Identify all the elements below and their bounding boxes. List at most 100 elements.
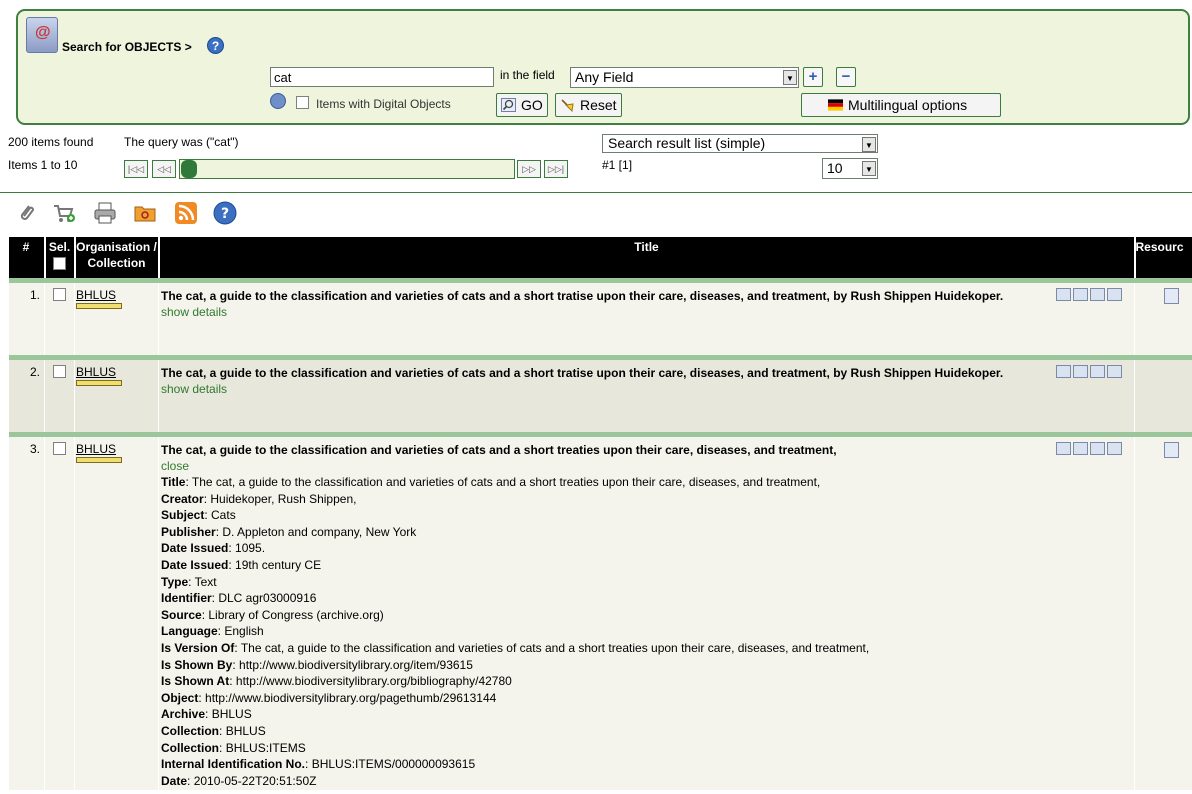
page-slider[interactable] bbox=[179, 159, 515, 179]
resource-cell bbox=[1134, 360, 1192, 432]
result-view-select[interactable]: Search result list (simple) ▼ bbox=[602, 134, 878, 153]
result-view-value: Search result list (simple) bbox=[608, 135, 766, 151]
record-details: Title: The cat, a guide to the classific… bbox=[161, 474, 1130, 789]
query-echo: The query was ("cat") bbox=[124, 135, 239, 149]
detail-label: Identifier bbox=[161, 591, 212, 606]
in-field-label: in the field bbox=[500, 68, 555, 82]
items-range: Items 1 to 10 bbox=[8, 158, 78, 172]
items-per-page-select[interactable]: 10 ▼ bbox=[822, 158, 878, 179]
paperclip-icon[interactable] bbox=[1073, 442, 1088, 455]
digital-objects-checkbox[interactable] bbox=[296, 96, 309, 109]
reset-button[interactable]: Reset bbox=[555, 93, 622, 117]
detail-label: Object bbox=[161, 690, 199, 705]
detail-label: Is Shown At bbox=[161, 674, 230, 689]
detail-separator: : bbox=[198, 690, 206, 705]
chevron-down-icon[interactable]: ▼ bbox=[862, 161, 876, 176]
row-number: 3. bbox=[8, 437, 45, 791]
detail-line: Source: Library of Congress (archive.org… bbox=[161, 607, 1130, 624]
first-page-button[interactable]: |◁◁ bbox=[124, 160, 148, 178]
save-icon[interactable] bbox=[1056, 288, 1071, 301]
printer-icon[interactable] bbox=[1107, 442, 1122, 455]
view-resource-icon[interactable] bbox=[1164, 288, 1179, 304]
detail-label: Collection bbox=[161, 740, 220, 755]
result-title[interactable]: The cat, a guide to the classification a… bbox=[161, 365, 1130, 381]
rss-icon[interactable] bbox=[174, 201, 198, 225]
result-title[interactable]: The cat, a guide to the classification a… bbox=[161, 442, 1130, 458]
column-header-resource: Resourc bbox=[1133, 237, 1192, 278]
help-icon[interactable]: ? bbox=[207, 37, 224, 54]
detail-value: 19th century CE bbox=[235, 557, 322, 572]
svg-text:?: ? bbox=[221, 206, 229, 222]
previous-page-button[interactable]: ◁◁ bbox=[152, 160, 176, 178]
detail-line: Date Issued: 1095. bbox=[161, 540, 1130, 557]
german-flag-icon bbox=[828, 99, 843, 111]
add-to-cart-icon[interactable] bbox=[1090, 288, 1105, 301]
reset-label: Reset bbox=[580, 97, 617, 113]
view-resource-icon[interactable] bbox=[1164, 442, 1179, 458]
help-icon[interactable]: ? bbox=[213, 201, 237, 225]
organisation-link[interactable]: BHLUS bbox=[76, 288, 116, 302]
paperclip-icon[interactable] bbox=[14, 201, 38, 225]
row-actions bbox=[1056, 288, 1122, 301]
detail-label: Is Version Of bbox=[161, 640, 235, 655]
multilingual-options-button[interactable]: Multilingual options bbox=[801, 93, 1001, 117]
row-number: 1. bbox=[8, 283, 45, 355]
detail-label: Internal Identification No. bbox=[161, 757, 306, 772]
detail-line: Subject: Cats bbox=[161, 507, 1130, 524]
detail-value: http://www.biodiversitylibrary.org/item/… bbox=[239, 657, 473, 672]
page-reference: #1 [1] bbox=[602, 158, 633, 172]
row-select-checkbox[interactable] bbox=[53, 365, 66, 378]
detail-label: Date Issued bbox=[161, 557, 229, 572]
detail-label: Source bbox=[161, 607, 202, 622]
remove-field-button[interactable]: − bbox=[836, 67, 856, 87]
printer-icon[interactable] bbox=[1107, 288, 1122, 301]
multilingual-label: Multilingual options bbox=[848, 97, 968, 113]
paperclip-icon[interactable] bbox=[1073, 288, 1088, 301]
add-to-cart-icon[interactable] bbox=[1090, 365, 1105, 378]
detail-line: Language: English bbox=[161, 623, 1130, 640]
organisation-link[interactable]: BHLUS bbox=[76, 442, 116, 456]
table-row: 1. BHLUS The cat, a guide to the classif… bbox=[8, 283, 1192, 355]
row-select-checkbox[interactable] bbox=[53, 288, 66, 301]
printer-icon[interactable] bbox=[1107, 365, 1122, 378]
column-header-organisation[interactable]: Organisation / Collection bbox=[73, 237, 159, 278]
collection-bar bbox=[76, 457, 122, 463]
select-all-checkbox[interactable] bbox=[53, 257, 66, 270]
detail-value: BHLUS bbox=[225, 723, 266, 738]
last-page-button[interactable]: ▷▷| bbox=[544, 160, 568, 178]
show-details-link[interactable]: show details bbox=[161, 381, 1130, 397]
close-details-link[interactable]: close bbox=[161, 458, 1130, 474]
add-to-cart-icon[interactable] bbox=[52, 201, 76, 225]
search-query-input[interactable] bbox=[270, 67, 494, 87]
detail-line: Date Issued: 19th century CE bbox=[161, 557, 1130, 574]
folder-search-icon[interactable] bbox=[133, 201, 157, 225]
detail-line: Collection: BHLUS:ITEMS bbox=[161, 740, 1130, 757]
add-to-cart-icon[interactable] bbox=[1090, 442, 1105, 455]
save-icon[interactable] bbox=[1056, 365, 1071, 378]
detail-value: Text bbox=[194, 574, 217, 589]
chevron-down-icon[interactable]: ▼ bbox=[862, 137, 876, 152]
collection-bar bbox=[76, 303, 122, 309]
show-details-link[interactable]: show details bbox=[161, 304, 1130, 320]
printer-icon[interactable] bbox=[93, 201, 117, 225]
go-button[interactable]: GO bbox=[496, 93, 548, 117]
column-header-title[interactable]: Title bbox=[157, 237, 1135, 278]
detail-value: http://www.biodiversitylibrary.org/paget… bbox=[205, 690, 497, 705]
table-header-row: # Sel. Organisation / Collection Title R… bbox=[8, 237, 1192, 278]
save-icon[interactable] bbox=[1056, 442, 1071, 455]
paperclip-icon[interactable] bbox=[1073, 365, 1088, 378]
row-select-checkbox[interactable] bbox=[53, 442, 66, 455]
chevron-down-icon[interactable]: ▼ bbox=[783, 70, 797, 85]
detail-value: BHLUS bbox=[211, 707, 252, 722]
results-table: # Sel. Organisation / Collection Title R… bbox=[8, 237, 1192, 791]
organisation-link[interactable]: BHLUS bbox=[76, 365, 116, 379]
detail-value: Library of Congress (archive.org) bbox=[208, 607, 384, 622]
field-select[interactable]: Any Field ▼ bbox=[570, 67, 799, 88]
next-page-button[interactable]: ▷▷ bbox=[517, 160, 541, 178]
page-slider-handle[interactable] bbox=[181, 160, 197, 178]
detail-line: Is Shown At: http://www.biodiversitylibr… bbox=[161, 673, 1130, 690]
add-field-button[interactable]: + bbox=[803, 67, 823, 87]
resource-cell bbox=[1134, 437, 1192, 791]
detail-separator: : bbox=[204, 508, 212, 523]
result-title[interactable]: The cat, a guide to the classification a… bbox=[161, 288, 1130, 304]
